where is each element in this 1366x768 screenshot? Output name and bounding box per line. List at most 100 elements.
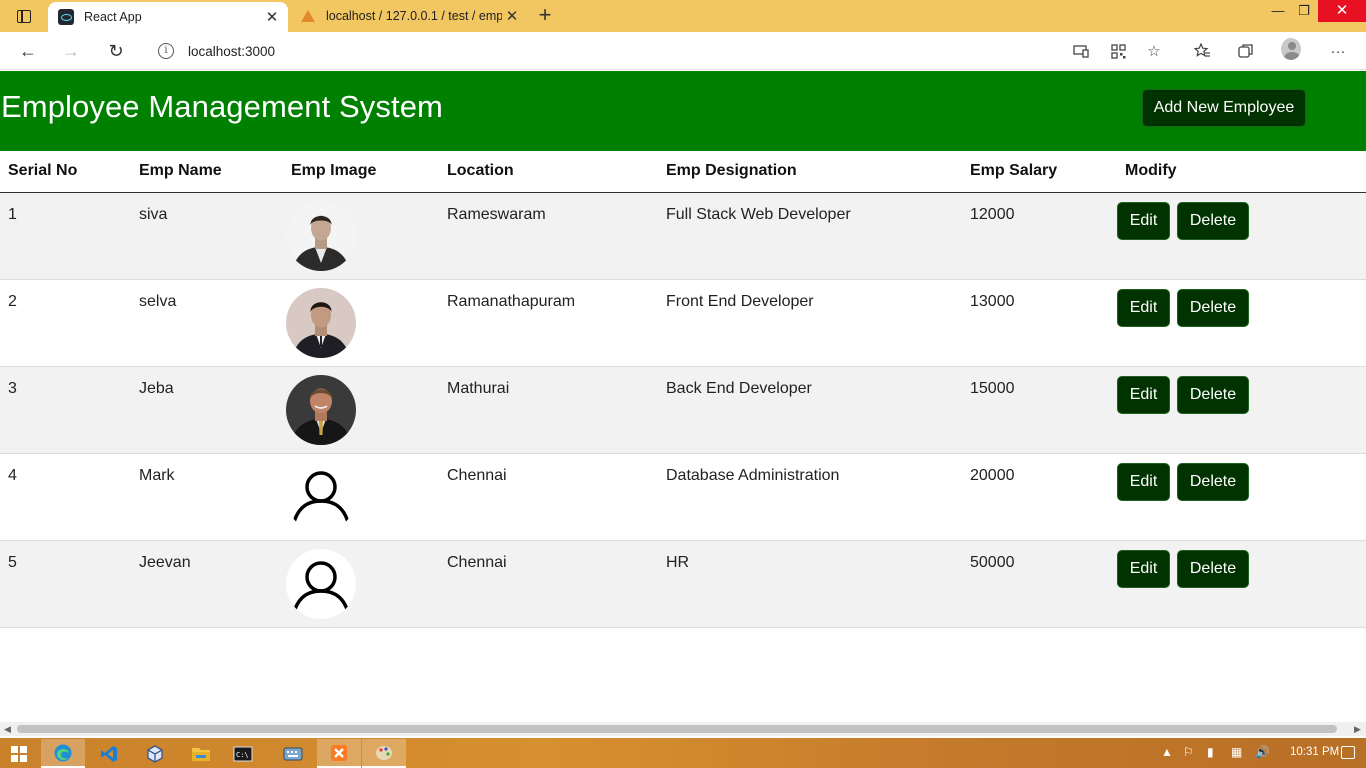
table-row: 3 Jeba Mathurai Back End Developer 15000… — [0, 366, 1366, 454]
vscode-taskbar-icon[interactable] — [87, 739, 131, 768]
svg-text:C:\: C:\ — [236, 751, 249, 759]
url-text[interactable]: localhost:3000 — [188, 44, 275, 59]
browser-tab-phpmyadmin[interactable]: localhost / 127.0.0.1 / test / emp ✕ — [292, 0, 528, 32]
salary-cell: 12000 — [962, 192, 1117, 280]
browser-tab-strip: React App ✕ localhost / 127.0.0.1 / test… — [0, 0, 1366, 32]
tab-title: React App — [84, 10, 142, 24]
address-bar[interactable]: i localhost:3000 — [146, 36, 1176, 66]
user-placeholder-icon — [286, 548, 356, 619]
serial-cell: 4 — [0, 453, 131, 541]
serial-cell: 2 — [0, 279, 131, 367]
battery-icon[interactable]: ▮ — [1207, 745, 1214, 759]
column-header: Modify — [1117, 151, 1366, 193]
table-header-row: Serial No Emp Name Emp Image Location Em… — [0, 151, 1366, 193]
edit-button[interactable]: Edit — [1117, 462, 1170, 501]
favorites-icon[interactable] — [1192, 41, 1212, 61]
edit-button[interactable]: Edit — [1117, 375, 1170, 414]
windows-taskbar: C:\ ▲ ⚐ ▮ ▦ 🔊 10:31 PM — [0, 738, 1366, 768]
scrollbar-thumb[interactable] — [17, 725, 1337, 733]
location-cell: Chennai — [439, 453, 658, 541]
tab-actions-icon[interactable] — [8, 6, 40, 26]
reload-icon[interactable]: ↻ — [105, 40, 127, 62]
collections-icon[interactable] — [1236, 41, 1256, 61]
file-explorer-taskbar-icon[interactable] — [179, 739, 223, 768]
scroll-left-icon[interactable]: ◀ — [4, 722, 11, 736]
close-tab-icon[interactable]: ✕ — [502, 7, 522, 25]
back-arrow-icon[interactable]: ← — [17, 40, 39, 62]
forward-arrow-icon[interactable]: → — [60, 40, 82, 62]
scroll-right-icon[interactable]: ▶ — [1354, 722, 1361, 736]
modify-cell: Edit Delete — [1117, 192, 1366, 280]
modify-cell: Edit Delete — [1117, 453, 1366, 541]
delete-button[interactable]: Delete — [1177, 462, 1249, 501]
column-header: Serial No — [0, 151, 131, 193]
modify-cell: Edit Delete — [1117, 540, 1366, 628]
maximize-window-icon[interactable]: ❐ — [1292, 0, 1316, 22]
location-cell: Mathurai — [439, 366, 658, 454]
column-header: Emp Name — [131, 151, 283, 193]
show-hidden-icons-icon[interactable]: ▲ — [1161, 745, 1173, 759]
add-favorite-icon[interactable]: ☆ — [1144, 41, 1164, 61]
name-cell: Mark — [131, 453, 283, 541]
app-header: Employee Management System Add New Emplo… — [0, 71, 1366, 151]
designation-cell: Front End Developer — [658, 279, 962, 367]
column-header: Emp Image — [283, 151, 439, 193]
edit-button[interactable]: Edit — [1117, 549, 1170, 588]
image-cell — [283, 279, 439, 367]
qr-code-icon[interactable] — [1108, 41, 1128, 61]
delete-button[interactable]: Delete — [1177, 549, 1249, 588]
volume-icon[interactable]: 🔊 — [1255, 745, 1270, 759]
xampp-taskbar-icon[interactable] — [317, 739, 361, 768]
column-header: Emp Salary — [962, 151, 1117, 193]
table-row: 4 Mark Chennai Database Administration 2… — [0, 453, 1366, 541]
phpmyadmin-logo-icon — [300, 8, 316, 24]
edit-button[interactable]: Edit — [1117, 201, 1170, 240]
windows-start-icon[interactable] — [11, 746, 27, 762]
delete-button[interactable]: Delete — [1177, 288, 1249, 327]
paint-taskbar-icon[interactable] — [362, 739, 406, 768]
browser-toolbar: ← → ↻ i localhost:3000 ☆ ··· — [0, 32, 1366, 70]
command-prompt-taskbar-icon[interactable]: C:\ — [221, 739, 265, 768]
modify-cell: Edit Delete — [1117, 279, 1366, 367]
minimize-window-icon[interactable]: — — [1266, 0, 1290, 22]
keyboard-taskbar-icon[interactable] — [271, 739, 315, 768]
employee-photo — [286, 287, 356, 358]
image-cell — [283, 366, 439, 454]
designation-cell: Database Administration — [658, 453, 962, 541]
edge-browser-taskbar-icon[interactable] — [41, 739, 85, 768]
delete-button[interactable]: Delete — [1177, 201, 1249, 240]
table-row: 5 Jeevan Chennai HR 50000 Edit Delete — [0, 540, 1366, 628]
designation-cell: Full Stack Web Developer — [658, 192, 962, 280]
add-new-employee-button[interactable]: Add New Employee — [1142, 89, 1306, 127]
salary-cell: 20000 — [962, 453, 1117, 541]
table-row: 1 siva Rameswaram Full Stack Web Develop… — [0, 192, 1366, 280]
app-available-icon[interactable] — [1071, 41, 1091, 61]
more-options-icon[interactable]: ··· — [1328, 41, 1348, 61]
horizontal-scrollbar[interactable]: ◀ ▶ — [0, 722, 1366, 736]
taskbar-clock[interactable]: 10:31 PM — [1290, 746, 1339, 758]
network-icon[interactable]: ▦ — [1231, 745, 1242, 759]
profile-avatar-icon[interactable] — [1281, 38, 1301, 60]
name-cell: Jeba — [131, 366, 283, 454]
close-tab-icon[interactable]: ✕ — [262, 8, 282, 26]
location-cell: Rameswaram — [439, 192, 658, 280]
package-box-taskbar-icon[interactable] — [133, 739, 177, 768]
user-placeholder-icon — [286, 461, 356, 532]
salary-cell: 50000 — [962, 540, 1117, 628]
employee-photo — [286, 374, 356, 445]
salary-cell: 15000 — [962, 366, 1117, 454]
designation-cell: HR — [658, 540, 962, 628]
delete-button[interactable]: Delete — [1177, 375, 1249, 414]
notifications-icon[interactable] — [1341, 746, 1355, 759]
edit-button[interactable]: Edit — [1117, 288, 1170, 327]
browser-tab-react-app[interactable]: React App ✕ — [48, 2, 288, 32]
flag-icon[interactable]: ⚐ — [1183, 745, 1194, 759]
close-window-icon[interactable]: ✕ — [1318, 0, 1366, 22]
designation-cell: Back End Developer — [658, 366, 962, 454]
new-tab-icon[interactable]: + — [534, 4, 556, 26]
site-info-icon[interactable]: i — [158, 43, 174, 59]
employee-photo — [286, 200, 356, 271]
image-cell — [283, 453, 439, 541]
column-header: Location — [439, 151, 658, 193]
modify-cell: Edit Delete — [1117, 366, 1366, 454]
